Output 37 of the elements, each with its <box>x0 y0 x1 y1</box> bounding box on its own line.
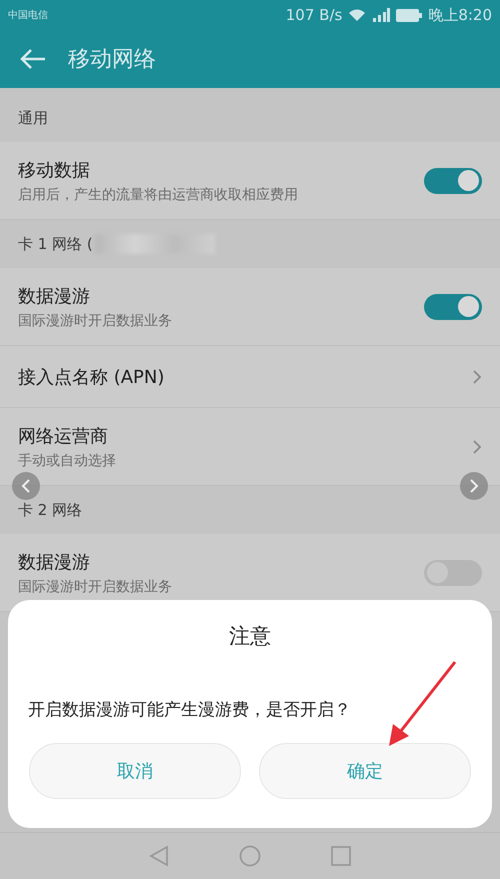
row-title: 网络运营商 <box>18 424 109 448</box>
section-header: 通用 <box>18 108 48 128</box>
dialog-message: 开启数据漫游可能产生漫游费，是否开启？ <box>28 699 351 721</box>
settings-row[interactable]: 数据漫游 国际漫游时开启数据业务 <box>0 268 500 346</box>
row-subtitle: 国际漫游时开启数据业务 <box>18 312 172 330</box>
row-title: 移动数据 <box>18 158 91 182</box>
settings-row[interactable]: 接入点名称 (APN) <box>0 346 500 408</box>
toggle-switch[interactable] <box>424 168 482 194</box>
page-title: 移动网络 <box>68 46 156 74</box>
settings-row[interactable]: 移动数据 启用后，产生的流量将由运营商收取相应费用 <box>0 142 500 220</box>
clock-time: 晚上8:20 <box>428 6 492 24</box>
row-title: 数据漫游 <box>18 284 91 308</box>
signal-icon <box>372 8 390 22</box>
wifi-icon <box>348 8 366 22</box>
settings-row[interactable]: 网络运营商 手动或自动选择 <box>0 408 500 486</box>
row-subtitle: 国际漫游时开启数据业务 <box>18 578 172 596</box>
recents-nav-icon[interactable] <box>331 846 351 866</box>
row-subtitle: 手动或自动选择 <box>18 452 116 470</box>
row-title: 数据漫游 <box>18 550 91 574</box>
row-title: 接入点名称 (APN) <box>18 366 164 388</box>
previous-button[interactable] <box>12 472 40 500</box>
section-header: 卡 2 网络 <box>18 500 82 520</box>
next-button[interactable] <box>460 472 488 500</box>
back-arrow-icon[interactable] <box>20 48 46 70</box>
back-nav-icon[interactable] <box>149 845 169 867</box>
row-subtitle: 启用后，产生的流量将由运营商收取相应费用 <box>18 186 298 204</box>
carrier-name: 中国电信 <box>8 8 48 22</box>
chevron-right-icon <box>472 438 482 454</box>
toggle-switch[interactable] <box>424 294 482 320</box>
home-nav-icon[interactable] <box>239 845 261 867</box>
dialog-title: 注意 <box>229 623 271 650</box>
section-header: 卡 1 网络 ( <box>18 234 93 254</box>
chevron-right-icon <box>472 368 482 384</box>
chevron-right-icon <box>468 478 480 494</box>
battery-icon <box>396 8 422 22</box>
chevron-left-icon <box>20 478 32 494</box>
network-speed: 107 B/s <box>286 6 342 24</box>
